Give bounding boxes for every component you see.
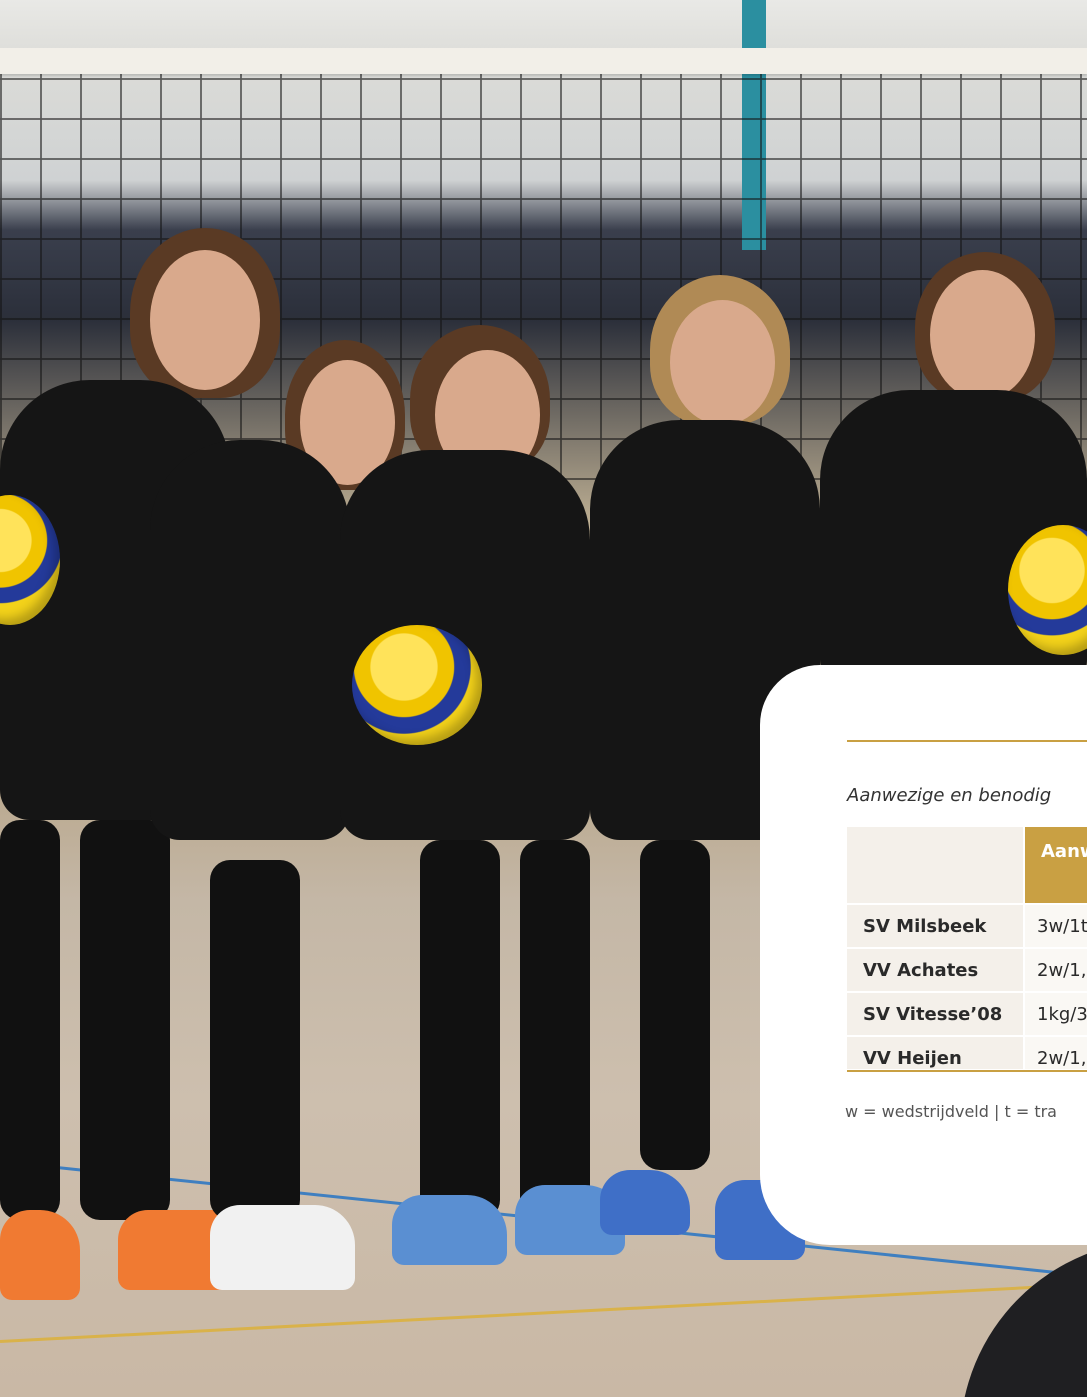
player-leg	[520, 840, 590, 1220]
shoe	[392, 1195, 507, 1265]
club-name: VV Heijen	[863, 1048, 962, 1069]
table-header: Aanw	[1025, 827, 1087, 903]
club-value: 2w/1,	[1037, 1048, 1087, 1069]
club-name: VV Achates	[863, 960, 979, 981]
club-value: 3w/1t	[1037, 916, 1087, 937]
net-band	[0, 48, 1087, 74]
player-leg	[210, 860, 300, 1220]
player-leg	[80, 820, 170, 1220]
table-row: SV Vitesse’08 1kg/3	[847, 993, 1087, 1037]
table-row: VV Heijen 2w/1,	[847, 1037, 1087, 1081]
shoe	[600, 1170, 690, 1235]
club-value: 1kg/3	[1037, 1004, 1087, 1025]
table-row: VV Achates 2w/1,	[847, 949, 1087, 993]
player-2	[150, 440, 350, 840]
club-name: SV Vitesse’08	[863, 1004, 1003, 1025]
player-leg	[420, 840, 500, 1220]
divider	[847, 740, 1087, 742]
club-name: SV Milsbeek	[863, 916, 987, 937]
volleyball	[352, 625, 482, 745]
shoe	[210, 1205, 355, 1290]
table-bottom-rule	[847, 1070, 1087, 1072]
table-header-empty	[847, 827, 1023, 903]
player-leg	[0, 820, 60, 1220]
player-leg	[640, 840, 710, 1170]
player-face	[930, 270, 1035, 400]
player-face	[670, 300, 775, 425]
table-caption: Aanwezige en benodig	[847, 785, 1052, 806]
table-header-label: Aanw	[1041, 841, 1087, 862]
shoe	[0, 1210, 80, 1300]
player-face	[150, 250, 260, 390]
table-legend: w = wedstrijdveld | t = tra	[845, 1102, 1057, 1121]
floor-line	[0, 1282, 1087, 1343]
info-card: Aanwezige en benodig Aanw SV Milsbeek 3w…	[760, 665, 1087, 1245]
table-row: SV Milsbeek 3w/1t	[847, 905, 1087, 949]
club-value: 2w/1,	[1037, 960, 1087, 981]
